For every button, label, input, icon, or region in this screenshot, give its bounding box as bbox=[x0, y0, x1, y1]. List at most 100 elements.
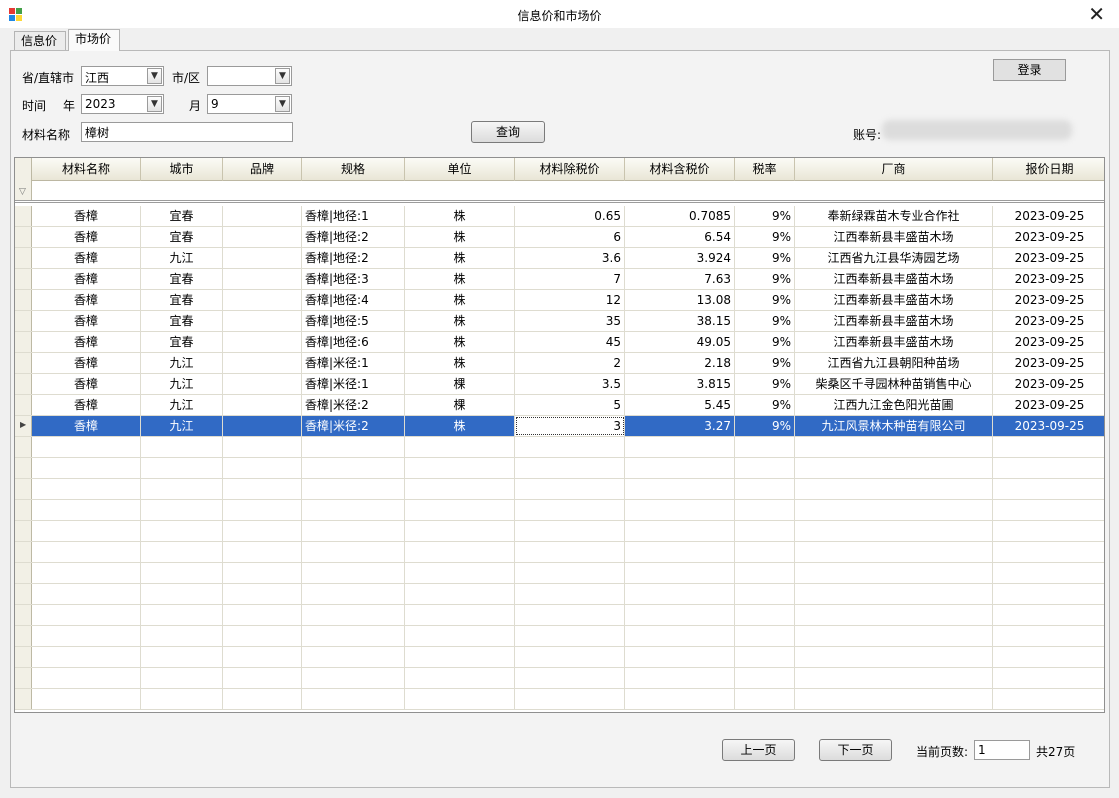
cell-vendor[interactable]: 江西奉新县丰盛苗木场 bbox=[795, 311, 993, 331]
cell-city[interactable]: 九江 bbox=[141, 353, 223, 373]
col-header-price-inc-tax[interactable]: 材料含税价 bbox=[625, 158, 735, 181]
row-selector[interactable] bbox=[15, 269, 32, 289]
cell-price-inc-tax[interactable] bbox=[625, 668, 735, 688]
cell-price-inc-tax[interactable] bbox=[625, 437, 735, 457]
year-select[interactable]: 2023 ▼ bbox=[81, 94, 164, 114]
cell-quote-date[interactable]: 2023-09-25 bbox=[993, 248, 1104, 268]
cell-vendor[interactable] bbox=[795, 605, 993, 625]
cell-price-inc-tax[interactable] bbox=[625, 458, 735, 478]
col-header-tax-rate[interactable]: 税率 bbox=[735, 158, 795, 181]
cell-quote-date[interactable]: 2023-09-25 bbox=[993, 353, 1104, 373]
cell-price-ex-tax[interactable] bbox=[515, 458, 625, 478]
cell-brand[interactable] bbox=[223, 416, 302, 436]
cell-tax-rate[interactable] bbox=[735, 668, 795, 688]
cell-price-ex-tax[interactable]: 3.5 bbox=[515, 374, 625, 394]
cell-brand[interactable] bbox=[223, 479, 302, 499]
cell-price-inc-tax[interactable]: 49.05 bbox=[625, 332, 735, 352]
cell-tax-rate[interactable] bbox=[735, 626, 795, 646]
cell-spec[interactable]: 香樟|地径:4 bbox=[302, 290, 405, 310]
cell-price-inc-tax[interactable] bbox=[625, 689, 735, 709]
cell-quote-date[interactable] bbox=[993, 668, 1104, 688]
cell-quote-date[interactable]: 2023-09-25 bbox=[993, 311, 1104, 331]
cell-material[interactable] bbox=[32, 437, 141, 457]
cell-quote-date[interactable] bbox=[993, 479, 1104, 499]
cell-unit[interactable]: 株 bbox=[405, 332, 515, 352]
cell-vendor[interactable]: 江西奉新县丰盛苗木场 bbox=[795, 269, 993, 289]
cell-unit[interactable]: 株 bbox=[405, 416, 515, 436]
cell-city[interactable] bbox=[141, 542, 223, 562]
cell-brand[interactable] bbox=[223, 647, 302, 667]
cell-vendor[interactable] bbox=[795, 626, 993, 646]
cell-vendor[interactable]: 奉新绿霖苗木专业合作社 bbox=[795, 206, 993, 226]
cell-price-inc-tax[interactable]: 7.63 bbox=[625, 269, 735, 289]
cell-vendor[interactable]: 江西奉新县丰盛苗木场 bbox=[795, 290, 993, 310]
filter-icon[interactable]: ▽ bbox=[19, 187, 26, 197]
cell-spec[interactable]: 香樟|地径:5 bbox=[302, 311, 405, 331]
cell-quote-date[interactable]: 2023-09-25 bbox=[993, 332, 1104, 352]
cell-quote-date[interactable] bbox=[993, 563, 1104, 583]
table-row[interactable]: 香樟 九江 香樟|地径:2 株 3.6 3.924 9% 江西省九江县华涛园艺场 2023-09… bbox=[15, 248, 1104, 269]
cell-price-ex-tax[interactable] bbox=[515, 563, 625, 583]
cell-material[interactable]: 香樟 bbox=[32, 311, 141, 331]
col-header-price-ex-tax[interactable]: 材料除税价 bbox=[515, 158, 625, 181]
cell-spec[interactable] bbox=[302, 563, 405, 583]
current-page-field[interactable] bbox=[975, 741, 1029, 759]
cell-price-ex-tax[interactable] bbox=[515, 521, 625, 541]
row-selector[interactable] bbox=[15, 647, 32, 667]
cell-city[interactable] bbox=[141, 437, 223, 457]
cell-tax-rate[interactable]: 9% bbox=[735, 332, 795, 352]
cell-unit[interactable] bbox=[405, 626, 515, 646]
cell-vendor[interactable] bbox=[795, 668, 993, 688]
table-row[interactable]: 香樟 宜春 香樟|地径:1 株 0.65 0.7085 9% 奉新绿霖苗木专业合作社 2023-… bbox=[15, 206, 1104, 227]
grid-filter-row[interactable]: ▽ bbox=[15, 181, 1104, 203]
cell-spec[interactable] bbox=[302, 521, 405, 541]
cell-unit[interactable]: 株 bbox=[405, 311, 515, 331]
row-selector[interactable] bbox=[15, 248, 32, 268]
cell-price-inc-tax[interactable] bbox=[625, 563, 735, 583]
cell-brand[interactable] bbox=[223, 311, 302, 331]
cell-unit[interactable] bbox=[405, 668, 515, 688]
cell-quote-date[interactable] bbox=[993, 605, 1104, 625]
cell-price-inc-tax[interactable]: 38.15 bbox=[625, 311, 735, 331]
cell-brand[interactable] bbox=[223, 689, 302, 709]
material-name-input[interactable] bbox=[81, 122, 293, 142]
cell-unit[interactable]: 株 bbox=[405, 248, 515, 268]
cell-material[interactable]: 香樟 bbox=[32, 416, 141, 436]
cell-vendor[interactable] bbox=[795, 437, 993, 457]
cell-price-inc-tax[interactable]: 3.27 bbox=[625, 416, 735, 436]
current-page-input[interactable] bbox=[974, 740, 1030, 760]
cell-price-ex-tax[interactable] bbox=[515, 689, 625, 709]
table-row[interactable]: 香樟 宜春 香樟|地径:2 株 6 6.54 9% 江西奉新县丰盛苗木场 2023-09-25 bbox=[15, 227, 1104, 248]
cell-spec[interactable] bbox=[302, 647, 405, 667]
cell-quote-date[interactable] bbox=[993, 584, 1104, 604]
cell-unit[interactable] bbox=[405, 689, 515, 709]
cell-tax-rate[interactable]: 9% bbox=[735, 416, 795, 436]
cell-unit[interactable]: 株 bbox=[405, 227, 515, 247]
cell-vendor[interactable]: 九江风景林木种苗有限公司 bbox=[795, 416, 993, 436]
chevron-down-icon[interactable]: ▼ bbox=[147, 96, 162, 112]
cell-price-inc-tax[interactable] bbox=[625, 542, 735, 562]
cell-tax-rate[interactable] bbox=[735, 605, 795, 625]
cell-city[interactable]: 宜春 bbox=[141, 206, 223, 226]
cell-spec[interactable]: 香樟|米径:1 bbox=[302, 374, 405, 394]
cell-city[interactable]: 宜春 bbox=[141, 269, 223, 289]
cell-price-inc-tax[interactable] bbox=[625, 500, 735, 520]
cell-city[interactable]: 九江 bbox=[141, 248, 223, 268]
cell-quote-date[interactable] bbox=[993, 626, 1104, 646]
cell-material[interactable] bbox=[32, 584, 141, 604]
cell-spec[interactable] bbox=[302, 500, 405, 520]
cell-vendor[interactable]: 江西省九江县华涛园艺场 bbox=[795, 248, 993, 268]
cell-price-inc-tax[interactable]: 6.54 bbox=[625, 227, 735, 247]
table-row[interactable]: 香樟 宜春 香樟|地径:4 株 12 13.08 9% 江西奉新县丰盛苗木场 2023-09-2… bbox=[15, 290, 1104, 311]
cell-tax-rate[interactable]: 9% bbox=[735, 269, 795, 289]
table-row[interactable]: 香樟 宜春 香樟|地径:5 株 35 38.15 9% 江西奉新县丰盛苗木场 2023-09-2… bbox=[15, 311, 1104, 332]
cell-material[interactable] bbox=[32, 479, 141, 499]
cell-spec[interactable]: 香樟|地径:2 bbox=[302, 248, 405, 268]
cell-brand[interactable] bbox=[223, 668, 302, 688]
query-button[interactable]: 查询 bbox=[471, 121, 545, 143]
table-row[interactable]: 香樟 宜春 香樟|地径:3 株 7 7.63 9% 江西奉新县丰盛苗木场 2023-09-25 bbox=[15, 269, 1104, 290]
cell-price-inc-tax[interactable]: 5.45 bbox=[625, 395, 735, 415]
cell-city[interactable] bbox=[141, 521, 223, 541]
cell-vendor[interactable] bbox=[795, 521, 993, 541]
row-selector[interactable] bbox=[15, 563, 32, 583]
